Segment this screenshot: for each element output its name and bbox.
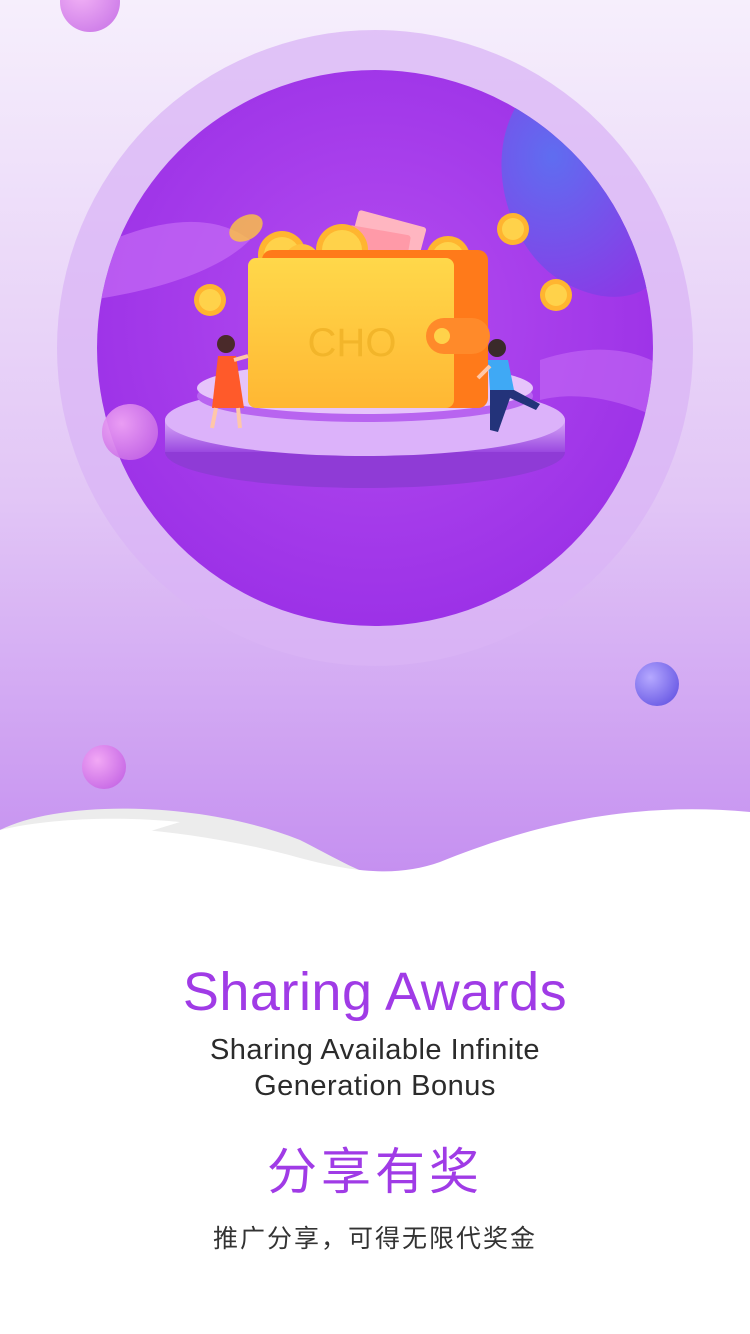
content-block: Sharing Awards Sharing Available Infinit… <box>0 960 750 1256</box>
decor-bubble-left <box>102 404 158 460</box>
subtitle-english-line2: Generation Bonus <box>254 1070 496 1102</box>
title-chinese: 分享有奖 <box>267 1143 483 1201</box>
hero-illustration: CHO <box>0 0 750 900</box>
subtitle-english: Sharing Available Infinite Generation Bo… <box>0 1032 750 1104</box>
subtitle-chinese: 推广分享，可得无限代奖金 <box>212 1224 537 1253</box>
wallet-label: CHO <box>308 321 397 365</box>
decor-bubble-lower <box>82 745 126 789</box>
title-english: Sharing Awards <box>182 962 568 1022</box>
decor-bubble-right <box>635 662 679 706</box>
subtitle-english-line1: Sharing Available Infinite <box>209 1034 541 1066</box>
